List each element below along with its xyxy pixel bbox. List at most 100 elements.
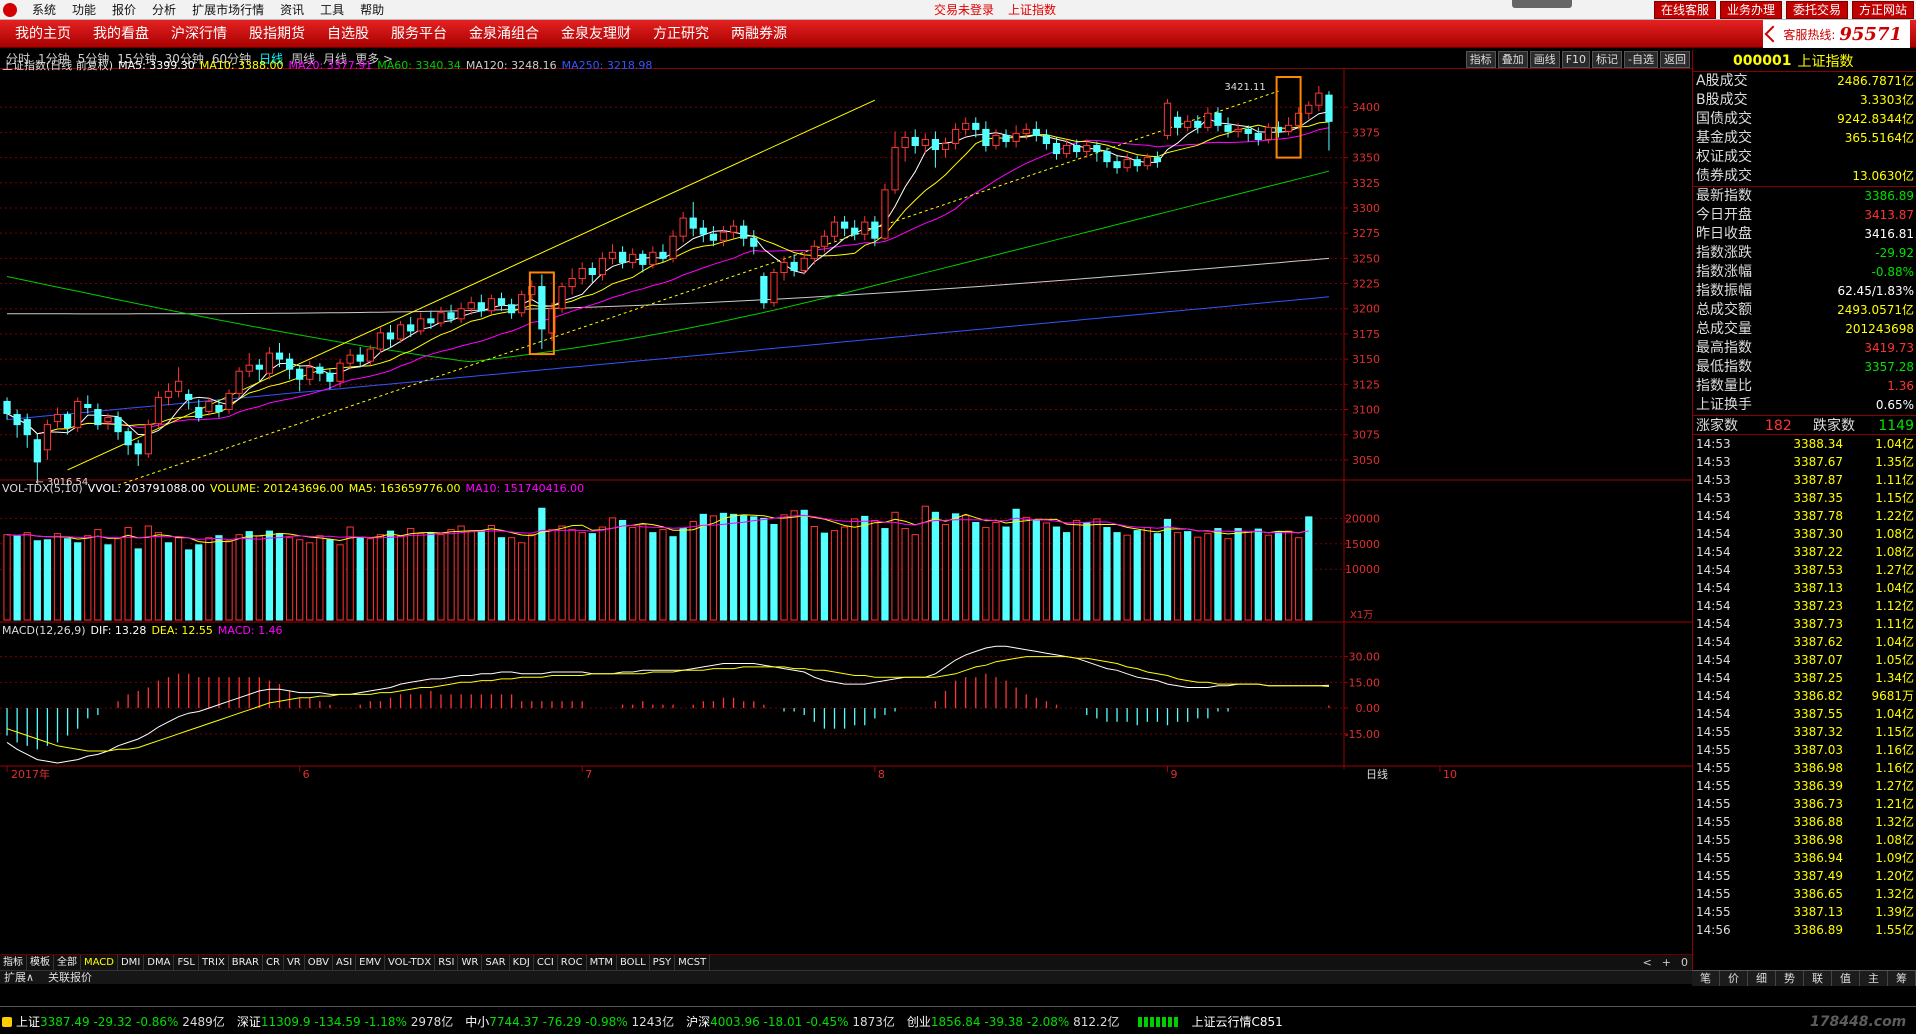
volume-bar — [447, 529, 455, 621]
tick-row: 14:54 3387.22 1.08亿 — [1693, 543, 1916, 561]
indicator-tab-6[interactable]: FSL — [174, 955, 199, 970]
index-ticker-item[interactable]: 沪深4003.96 -18.01 -0.45% 1873亿 — [686, 1013, 895, 1030]
tool-button-2[interactable]: 画线 — [1529, 51, 1560, 68]
indicator-tab-18[interactable]: KDJ — [510, 955, 534, 970]
tool-button-6[interactable]: 返回 — [1660, 51, 1690, 68]
nav-item-2[interactable]: 沪深行情 — [160, 20, 238, 48]
indicator-tab-16[interactable]: WR — [458, 955, 483, 970]
tool-button-0[interactable]: 指标 — [1465, 51, 1496, 68]
top-button-3[interactable]: 方正网站 — [1851, 1, 1914, 19]
menu-item-3[interactable]: 分析 — [144, 0, 184, 20]
menu-item-2[interactable]: 报价 — [104, 0, 144, 20]
volume-bar — [699, 513, 707, 621]
volume-bar — [1123, 534, 1131, 621]
app-logo-icon — [3, 3, 17, 17]
nav-item-9[interactable]: 两融券源 — [720, 20, 798, 48]
indicator-tab-14[interactable]: VOL-TDX — [385, 955, 436, 970]
tick-list[interactable]: 14:53 3388.34 1.04亿 14:53 3387.67 1.35亿 14:53 3… — [1693, 435, 1916, 939]
volume-bar — [326, 539, 334, 621]
nav-item-0[interactable]: 我的主页 — [4, 20, 82, 48]
nav-item-1[interactable]: 我的看盘 — [82, 20, 160, 48]
menu-item-6[interactable]: 工具 — [312, 0, 352, 20]
extend-tab[interactable]: 扩展∧ — [4, 971, 34, 984]
tool-button-4[interactable]: 标记 — [1592, 51, 1623, 68]
tool-button-5[interactable]: -自选 — [1624, 51, 1658, 68]
panel-tab-0[interactable]: 笔 — [1692, 971, 1720, 986]
tool-button-3[interactable]: F10 — [1561, 51, 1591, 68]
volume-bar — [467, 530, 475, 621]
indicator-tab-4[interactable]: DMI — [118, 955, 145, 970]
indicator-tab-19[interactable]: CCI — [534, 955, 558, 970]
kline-chart[interactable]: 3050 3075 3100 3125 3150 3175 3200 3225 3250 3275… — [0, 69, 1692, 954]
panel-tab-6[interactable]: 主 — [1860, 971, 1888, 986]
panel-tab-4[interactable]: 联 — [1804, 971, 1832, 986]
panel-tab-1[interactable]: 价 — [1720, 971, 1748, 986]
indicator-tab-3[interactable]: MACD — [81, 955, 118, 970]
candle-body — [669, 235, 677, 259]
cloud-quote-label[interactable]: 上证云行情C851 — [1192, 1013, 1283, 1030]
panel-header: 000001 上证指数 — [1693, 50, 1916, 72]
nav-item-6[interactable]: 金泉涌组合 — [458, 20, 550, 48]
trade-status[interactable]: 交易未登录 — [934, 0, 994, 20]
indicator-tab-15[interactable]: RSI — [435, 955, 459, 970]
panel-tab-5[interactable]: 值 — [1832, 971, 1860, 986]
top-button-0[interactable]: 在线客服 — [1653, 1, 1716, 19]
menu-item-4[interactable]: 扩展市场行情 — [184, 0, 272, 20]
top-button-2[interactable]: 委托交易 — [1785, 1, 1848, 19]
indicator-tab-11[interactable]: OBV — [305, 955, 333, 970]
panel-tab-2[interactable]: 细 — [1748, 971, 1776, 986]
indicator-tab-2[interactable]: 全部 — [54, 955, 81, 970]
candle-body — [861, 221, 869, 235]
stat-value: -29.92 — [1875, 246, 1914, 260]
indicator-tab-20[interactable]: ROC — [558, 955, 587, 970]
indicator-tab-9[interactable]: CR — [263, 955, 284, 970]
stat-row: 上证换手 0.65% — [1693, 396, 1916, 415]
panel-tab-7[interactable]: 筹 — [1888, 971, 1916, 986]
top-button-1[interactable]: 业务办理 — [1719, 1, 1782, 19]
nav-item-4[interactable]: 自选股 — [316, 20, 380, 48]
menu-item-7[interactable]: 帮助 — [352, 0, 392, 20]
menu-item-5[interactable]: 资讯 — [272, 0, 312, 20]
nav-item-5[interactable]: 服务平台 — [380, 20, 458, 48]
menu-item-0[interactable]: 系统 — [24, 0, 64, 20]
menu-item-1[interactable]: 功能 — [64, 0, 104, 20]
indicator-tab-17[interactable]: SAR — [482, 955, 510, 970]
index-ticker-item[interactable]: 深证11309.9 -134.59 -1.18% 2978亿 — [237, 1013, 453, 1030]
indicator-tab-13[interactable]: EMV — [356, 955, 385, 970]
indicator-tab-12[interactable]: ASI — [333, 955, 357, 970]
tick-price: 3387.55 — [1793, 707, 1843, 721]
indicator-tab-22[interactable]: BOLL — [617, 955, 650, 970]
main-legend-item: MA60: 3340.34 — [377, 59, 461, 72]
index-ticker-item[interactable]: 创业1856.84 -39.38 -2.08% 812.2亿 — [907, 1013, 1120, 1030]
kline-chart-area[interactable]: 3050 3075 3100 3125 3150 3175 3200 3225 3250 3275… — [0, 59, 1692, 954]
indicator-tab-21[interactable]: MTM — [587, 955, 617, 970]
nav-item-3[interactable]: 股指期货 — [238, 20, 316, 48]
indicator-tab-24[interactable]: MCST — [675, 955, 711, 970]
indicator-tab-0[interactable]: 指标 — [0, 955, 27, 970]
indicator-tab-8[interactable]: BRAR — [229, 955, 263, 970]
indicator-tab-23[interactable]: PSY — [650, 955, 676, 970]
indicator-arrow-1[interactable]: + — [1662, 955, 1671, 970]
related-quote-tab[interactable]: 关联报价 — [48, 971, 92, 984]
tool-button-1[interactable]: 叠加 — [1497, 51, 1528, 68]
indicator-tab-bar: 指标 模板 全部 MACD DMI DMA FSL TRIX BRAR CR VR OBV ASI EMV… — [0, 954, 1692, 970]
panel-tab-3[interactable]: 势 — [1776, 971, 1804, 986]
candle-body — [851, 227, 859, 235]
nav-item-8[interactable]: 方正研究 — [642, 20, 720, 48]
candle-body — [74, 400, 82, 429]
indicator-tab-7[interactable]: TRIX — [199, 955, 229, 970]
nav-items: 我的主页 我的看盘 沪深行情 股指期货 自选股 服务平台 金泉涌组合 金泉友理财 方正研究 两融券… — [4, 20, 798, 48]
volume-bar — [598, 526, 607, 621]
index-ticker-item[interactable]: 上证3387.49 -29.32 -0.86% 2489亿 — [16, 1013, 225, 1030]
indicator-arrows: < +0 — [1643, 955, 1688, 970]
index-ticker-item[interactable]: 中小7744.37 -76.29 -0.98% 1243亿 — [465, 1013, 674, 1030]
nav-item-7[interactable]: 金泉友理财 — [550, 20, 642, 48]
indicator-tab-5[interactable]: DMA — [144, 955, 175, 970]
indicator-tab-10[interactable]: VR — [284, 955, 305, 970]
indicator-arrow-0[interactable]: < — [1643, 955, 1652, 970]
tick-amount: 1.04亿 — [1875, 437, 1914, 451]
indicator-tab-1[interactable]: 模板 — [27, 955, 54, 970]
window-controls[interactable] — [1512, 0, 1572, 8]
indicator-arrow-2[interactable]: 0 — [1681, 955, 1688, 970]
tick-amount: 1.55亿 — [1875, 923, 1914, 937]
